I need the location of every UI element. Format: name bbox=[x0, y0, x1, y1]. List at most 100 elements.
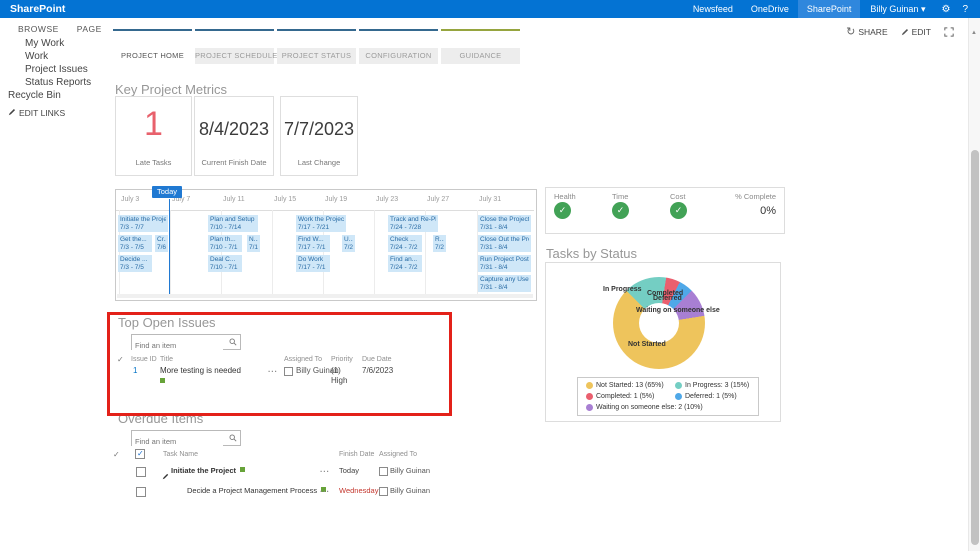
timeline-task[interactable]: Initiate the Project7/3 - 7/7 bbox=[118, 215, 168, 232]
suite-nav-sharepoint[interactable]: SharePoint bbox=[798, 0, 861, 18]
issues-column-due-date[interactable]: Due Date bbox=[362, 356, 392, 363]
user-menu[interactable]: Billy Guinan ▾ bbox=[860, 0, 935, 18]
timeline-task[interactable]: Cr...7/6 bbox=[155, 235, 168, 252]
scroll-up-arrow[interactable]: ▲ bbox=[971, 30, 977, 36]
timeline-task[interactable]: U...7/2 bbox=[342, 235, 355, 252]
timeline-axis-label: July 31 bbox=[479, 196, 501, 203]
timeline-gridline bbox=[374, 210, 375, 294]
issue-ellipsis-menu[interactable]: ... bbox=[268, 365, 278, 374]
tab-project-home[interactable]: PROJECT HOME bbox=[113, 48, 192, 64]
timeline-task[interactable]: Deal C...7/10 - 7/1 bbox=[208, 255, 242, 272]
metrics-heading: Key Project Metrics bbox=[115, 82, 227, 97]
task-checkbox[interactable] bbox=[136, 467, 146, 477]
task-title: Initiate the Project bbox=[120, 216, 166, 224]
share-button[interactable]: ↻SHARE bbox=[846, 25, 888, 38]
timeline-task[interactable]: R...7/2 bbox=[433, 235, 446, 252]
assigned-checkbox[interactable] bbox=[379, 487, 388, 496]
suite-bar: SharePoint NewsfeedOneDriveSharePoint Bi… bbox=[0, 0, 980, 18]
search-icon[interactable] bbox=[229, 434, 237, 442]
legend-dot bbox=[586, 393, 593, 400]
timeline-task[interactable]: Capture any Usef...7/31 - 8/4 bbox=[478, 275, 531, 292]
sidebar-item-recycle-bin[interactable]: Recycle Bin bbox=[8, 90, 61, 101]
donut-slice-label: Not Started bbox=[628, 341, 666, 348]
task-title: Check ... bbox=[390, 236, 420, 244]
issues-column-title[interactable]: Title bbox=[160, 356, 173, 363]
legend-item: Not Started: 13 (65%) bbox=[586, 382, 664, 389]
task-title: Deal C... bbox=[210, 256, 240, 264]
task-title: R... bbox=[435, 236, 444, 244]
timeline-task[interactable]: Plan and Setup th...7/10 - 7/14 bbox=[208, 215, 258, 232]
scroll-thumb[interactable] bbox=[971, 150, 979, 545]
timeline-task[interactable]: Plan th...7/10 - 7/1 bbox=[208, 235, 242, 252]
select-all-checkbox[interactable]: ✓ bbox=[135, 449, 145, 459]
timeline-task[interactable]: Decide ...7/3 - 7/5 bbox=[118, 255, 152, 272]
search-icon[interactable] bbox=[229, 338, 237, 346]
assigned-checkbox[interactable] bbox=[284, 367, 293, 376]
overdue-task-name[interactable]: Initiate the Project bbox=[171, 466, 236, 475]
issues-column-priority[interactable]: Priority bbox=[331, 356, 353, 363]
timeline-task[interactable]: Get the...7/3 - 7/5 bbox=[118, 235, 152, 252]
chevron-down-icon: ▾ bbox=[921, 4, 926, 14]
tab-configuration[interactable]: CONFIGURATION bbox=[359, 48, 438, 64]
sidebar-item-work[interactable]: Work bbox=[25, 51, 48, 62]
issues-column-issue-id[interactable]: Issue ID bbox=[131, 356, 157, 363]
tab-project-schedule[interactable]: PROJECT SCHEDULE bbox=[195, 48, 274, 64]
ribbon-tab-page[interactable]: PAGE bbox=[77, 24, 102, 34]
tab-project-status[interactable]: PROJECT STATUS bbox=[277, 48, 356, 64]
indicator-check-health: ✓ bbox=[554, 202, 571, 219]
overdue-column-finish-date[interactable]: Finish Date bbox=[339, 451, 374, 458]
donut-slice-label: In Progress bbox=[603, 286, 642, 293]
task-dates: 7/17 - 7/1 bbox=[298, 264, 328, 272]
tab-guidance[interactable]: GUIDANCE bbox=[441, 48, 520, 64]
overdue-task-name[interactable]: Decide a Project Management Process bbox=[187, 486, 317, 495]
issue-id-link[interactable]: 1 bbox=[133, 366, 137, 375]
issue-title[interactable]: More testing is needed bbox=[160, 366, 241, 375]
issues-column-assigned-to[interactable]: Assigned To bbox=[284, 356, 322, 363]
timeline-task[interactable]: Close Out the Proj...7/31 - 8/4 bbox=[478, 235, 531, 252]
sidebar-item-edit-links[interactable]: EDIT LINKS bbox=[8, 108, 65, 118]
tab-accent-line bbox=[113, 29, 192, 31]
suite-nav-newsfeed[interactable]: Newsfeed bbox=[684, 0, 742, 18]
overdue-column-assigned-to[interactable]: Assigned To bbox=[379, 451, 417, 458]
edit-button[interactable]: EDIT bbox=[901, 27, 931, 37]
task-title: U... bbox=[344, 236, 353, 244]
assigned-checkbox[interactable] bbox=[379, 467, 388, 476]
task-ellipsis-menu[interactable]: ... bbox=[320, 465, 330, 474]
sidebar-item-status-reports[interactable]: Status Reports bbox=[25, 77, 91, 88]
timeline-task[interactable]: Do Work7/17 - 7/1 bbox=[296, 255, 330, 272]
timeline-task[interactable]: Work the Project7/17 - 7/21 bbox=[296, 215, 346, 232]
timeline-task[interactable]: Close the Project7/31 - 8/4 bbox=[478, 215, 531, 232]
legend-dot bbox=[586, 382, 593, 389]
task-pencil-icon bbox=[162, 467, 169, 485]
select-all-checkmark: ✓ bbox=[137, 450, 144, 458]
issues-search-input[interactable] bbox=[132, 340, 223, 352]
task-ellipsis-menu[interactable]: ... bbox=[320, 485, 330, 494]
select-all-check: ✓ bbox=[117, 355, 124, 364]
timeline-task[interactable]: N...7/1 bbox=[247, 235, 260, 252]
focus-on-content-button[interactable] bbox=[944, 27, 954, 37]
timeline-scrollbar[interactable] bbox=[117, 294, 533, 298]
suite-nav: NewsfeedOneDriveSharePoint Billy Guinan … bbox=[684, 0, 974, 18]
timeline-task[interactable]: Run Project Post-...7/31 - 8/4 bbox=[478, 255, 531, 272]
suite-nav-onedrive[interactable]: OneDrive bbox=[742, 0, 798, 18]
indicator-label-cost: Cost bbox=[670, 192, 685, 201]
tasks-by-status-heading: Tasks by Status bbox=[546, 246, 637, 261]
sidebar-item-project-issues[interactable]: Project Issues bbox=[25, 64, 88, 75]
timeline-task[interactable]: Find an...7/24 - 7/2 bbox=[388, 255, 422, 272]
timeline-task[interactable]: Check ...7/24 - 7/2 bbox=[388, 235, 422, 252]
task-checkbox[interactable] bbox=[136, 487, 146, 497]
ribbon-tab-browse[interactable]: BROWSE bbox=[18, 24, 59, 34]
overdue-column-task-name[interactable]: Task Name bbox=[163, 451, 198, 458]
legend-dot bbox=[586, 404, 593, 411]
gear-icon[interactable]: ⚙ bbox=[935, 4, 956, 15]
overdue-search-input[interactable] bbox=[132, 436, 223, 448]
timeline-task[interactable]: Track and Re-Plan...7/24 - 7/28 bbox=[388, 215, 438, 232]
overdue-search bbox=[131, 430, 241, 446]
metric-label: Current Finish Date bbox=[195, 158, 273, 167]
timeline-task[interactable]: Find W...7/17 - 7/1 bbox=[296, 235, 330, 252]
sidebar-item-my-work[interactable]: My Work bbox=[25, 38, 64, 49]
task-dates: 7/17 - 7/21 bbox=[298, 224, 344, 232]
metric-card-last-change: 7/7/2023Last Change bbox=[280, 96, 358, 176]
metric-value: 1 bbox=[116, 105, 191, 144]
help-icon[interactable]: ? bbox=[956, 4, 974, 15]
